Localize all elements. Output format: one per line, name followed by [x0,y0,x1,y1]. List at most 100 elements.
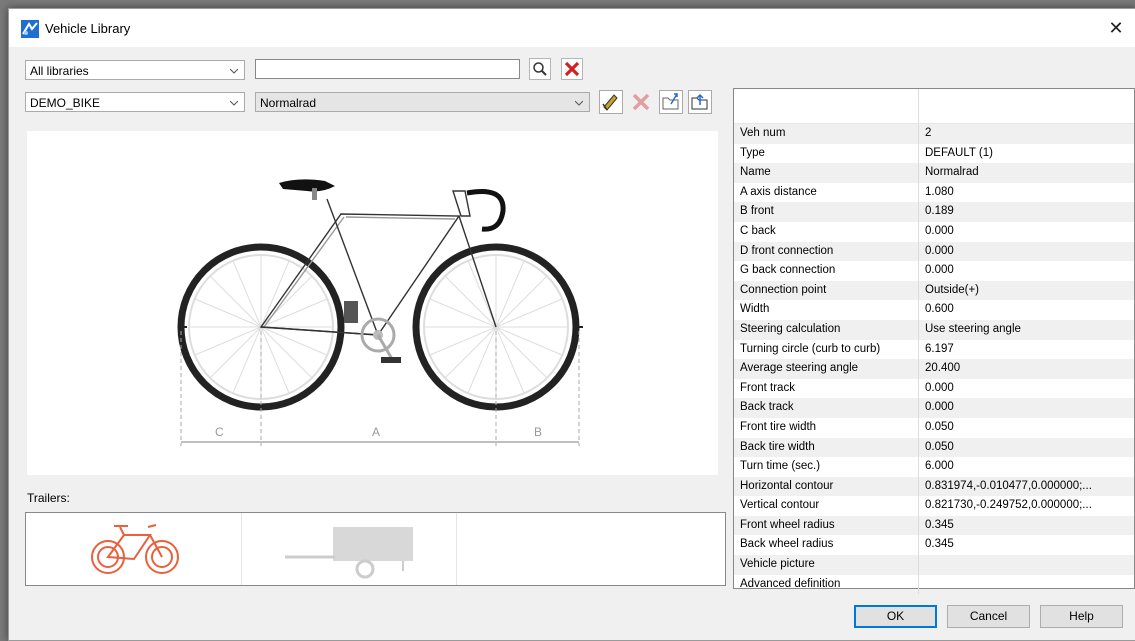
chevron-down-icon [230,100,238,106]
app-icon [21,20,39,38]
property-row[interactable]: Turn time (sec.) 6.000 [734,457,1134,477]
property-name: Front wheel radius [740,518,835,531]
search-input[interactable] [255,59,520,79]
property-row[interactable]: Horizontal contour 0.831974,-0.010477,0.0… [734,476,1134,497]
property-name: Horizontal contour [740,479,834,492]
delete-icon [632,93,650,111]
chevron-down-icon [230,68,238,74]
property-value[interactable]: 2 [925,124,931,144]
property-value[interactable]: 0.831974,-0.010477,0.000000;... [925,477,1092,497]
property-row[interactable]: Connection point Outside(+) [734,280,1134,301]
import-folder-icon [659,90,683,114]
property-row[interactable]: A axis distance 1.080 [734,182,1134,203]
property-row[interactable]: Average steering angle 20.400 [734,359,1134,379]
import-vehicle-button[interactable] [659,90,683,114]
property-name: Back tire width [740,440,815,453]
property-row[interactable]: Front wheel radius 0.345 [734,515,1134,536]
property-row[interactable]: Veh num 2 [734,124,1134,144]
property-row[interactable]: Type DEFAULT (1) [734,143,1134,164]
vehicle-select[interactable]: Normalrad [255,92,590,112]
property-value[interactable]: 0.345 [925,516,954,536]
export-vehicle-button[interactable] [688,90,712,114]
ok-button[interactable]: OK [854,605,937,628]
property-value[interactable]: 0.345 [925,535,954,555]
property-value[interactable]: DEFAULT (1) [925,144,993,164]
property-name: C back [740,224,776,237]
vehicle-library-dialog: Vehicle Library ✕ All libraries DEMO_BIK… [8,8,1135,641]
property-row[interactable]: Back tire width 0.050 [734,437,1134,458]
property-name: Front track [740,381,795,394]
property-row[interactable]: Turning circle (curb to curb) 6.197 [734,339,1134,360]
property-row[interactable]: G back connection 0.000 [734,261,1134,281]
property-value[interactable]: 6.000 [925,457,954,477]
properties-header [734,89,1134,124]
property-value[interactable]: 20.400 [925,359,960,379]
trailer-item-cart[interactable] [241,513,457,585]
delete-icon [564,61,580,77]
search-icon [533,62,547,76]
help-button[interactable]: Help [1040,605,1123,628]
property-name: Connection point [740,283,827,296]
property-row[interactable]: Width 0.600 [734,300,1134,320]
close-icon[interactable]: ✕ [1102,15,1130,41]
cancel-button[interactable]: Cancel [947,605,1030,628]
clear-search-button[interactable] [561,58,583,80]
property-name: Average steering angle [740,362,859,375]
property-name: Width [740,303,770,316]
property-row[interactable]: Advanced definition [734,574,1134,595]
trailer-icon [285,527,413,579]
property-value[interactable]: 0.050 [925,418,954,438]
trailers-list [25,512,726,586]
property-value[interactable]: 0.600 [925,300,954,320]
delete-vehicle-button[interactable] [629,90,653,114]
property-row[interactable]: Steering calculation Use steering angle [734,319,1134,340]
property-row[interactable]: D front connection 0.000 [734,241,1134,262]
edit-vehicle-button[interactable] [599,90,623,114]
property-name: Turning circle (curb to curb) [740,342,881,355]
property-value[interactable]: 6.197 [925,340,954,360]
property-row[interactable]: Front tire width 0.050 [734,417,1134,438]
property-row[interactable]: Vertical contour 0.821730,-0.249752,0.000… [734,496,1134,516]
vehicle-preview: C A B [27,131,718,475]
property-row[interactable]: C back 0.000 [734,221,1134,242]
property-value[interactable]: 0.000 [925,261,954,281]
window-title: Vehicle Library [45,21,131,36]
property-value[interactable]: 0.000 [925,379,954,399]
property-row[interactable]: Vehicle picture [734,555,1134,575]
property-row[interactable]: Back wheel radius 0.345 [734,535,1134,556]
property-value[interactable]: 0.189 [925,202,954,222]
vehicle-set-select[interactable]: DEMO_BIKE [25,92,245,112]
search-button[interactable] [529,58,551,80]
trailers-label: Trailers: [27,491,70,505]
property-value[interactable]: 1.080 [925,183,954,203]
property-value[interactable]: Outside(+) [925,281,979,301]
property-name: Vertical contour [740,499,820,512]
vehicle-set-select-value: DEMO_BIKE [30,96,101,110]
properties-grid[interactable]: Veh num 2 Type DEFAULT (1) Name Normalrad A ax… [733,88,1135,595]
property-name: Back wheel radius [740,538,834,551]
property-name: Steering calculation [740,322,841,335]
property-value[interactable]: 0.050 [925,438,954,458]
property-name: A axis distance [740,185,817,198]
property-name: Front tire width [740,420,817,433]
trailer-item-bike[interactable] [26,513,242,585]
property-name: Turn time (sec.) [740,460,821,473]
property-value[interactable]: Use steering angle [925,320,1021,340]
property-name: B front [740,205,774,218]
property-row[interactable]: Name Normalrad [734,163,1134,183]
property-value[interactable]: 0.000 [925,222,954,242]
dimension-label-b: B [534,425,542,439]
property-name: Back track [740,401,794,414]
title-bar: Vehicle Library ✕ [9,9,1135,47]
property-row[interactable]: Back track 0.000 [734,398,1134,418]
property-value[interactable]: Normalrad [925,163,979,183]
property-value[interactable]: 0.000 [925,398,954,418]
property-row[interactable]: Front track 0.000 [734,378,1134,399]
library-select[interactable]: All libraries [25,60,245,80]
property-row[interactable]: B front 0.189 [734,202,1134,222]
bicycle-icon [91,524,179,574]
chevron-down-icon [575,100,583,106]
property-name: Name [740,166,771,179]
property-value[interactable]: 0.000 [925,242,954,262]
property-value[interactable]: 0.821730,-0.249752,0.000000;... [925,496,1092,516]
